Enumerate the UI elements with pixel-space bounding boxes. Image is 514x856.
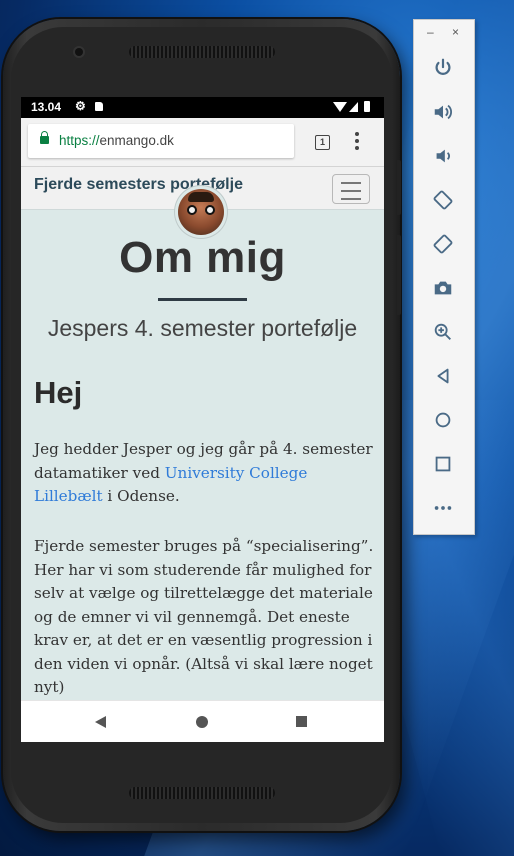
home-icon[interactable]	[196, 716, 208, 728]
camera-icon[interactable]	[429, 274, 457, 302]
web-page: Fjerde semesters portefølje Om mig Jespe…	[21, 167, 384, 700]
page-subtitle: Jespers 4. semester portefølje	[47, 315, 358, 341]
tab-switcher-button[interactable]: 1	[315, 135, 330, 150]
emulator-control-panel: – ×	[413, 19, 475, 535]
hamburger-menu-icon[interactable]	[332, 174, 370, 204]
rotate-left-icon[interactable]	[429, 186, 457, 214]
volume-down-icon[interactable]	[429, 142, 457, 170]
url-text[interactable]: https://enmango.dk	[59, 133, 174, 148]
status-bar: 13.04 ⚙	[21, 97, 384, 118]
close-button[interactable]: ×	[452, 25, 459, 39]
address-bar[interactable]: https://enmango.dk	[28, 124, 294, 158]
phone-power-button[interactable]	[397, 160, 401, 215]
title-underline	[158, 298, 247, 301]
earpiece-speaker	[129, 46, 275, 58]
back-icon[interactable]	[95, 716, 106, 728]
signal-icon	[349, 102, 358, 112]
zoom-icon[interactable]	[429, 318, 457, 346]
wifi-icon	[333, 102, 347, 112]
battery-icon	[364, 101, 370, 112]
overview-square-icon[interactable]	[429, 450, 457, 478]
intro-paragraph: Jeg hedder Jesper og jeg går på 4. semes…	[34, 440, 373, 505]
minimize-button[interactable]: –	[427, 25, 434, 39]
rotate-right-icon[interactable]	[429, 230, 457, 258]
power-icon[interactable]	[429, 54, 457, 82]
lock-icon	[40, 131, 49, 144]
android-nav-bar	[21, 700, 384, 742]
avatar	[178, 189, 224, 235]
recents-icon[interactable]	[296, 716, 307, 727]
more-icon[interactable]	[429, 494, 457, 522]
browser-menu-icon[interactable]	[354, 132, 360, 152]
status-time: 13.04	[31, 100, 62, 114]
phone-screen: 13.04 ⚙ https://enmango.dk 1 Fjerde seme…	[21, 97, 384, 742]
section-heading: Hej	[34, 375, 83, 410]
gear-icon: ⚙	[75, 99, 86, 113]
volume-up-icon[interactable]	[429, 98, 457, 126]
home-circle-icon[interactable]	[429, 406, 457, 434]
back-triangle-icon[interactable]	[429, 362, 457, 390]
semester-paragraph: Fjerde semester bruges på “specialiserin…	[34, 537, 374, 696]
phone-volume-button[interactable]	[397, 235, 401, 315]
browser-toolbar: https://enmango.dk 1	[21, 118, 384, 167]
sd-card-icon	[95, 102, 103, 111]
front-camera	[75, 48, 83, 56]
page-title: Om mig	[119, 233, 286, 282]
bottom-speaker	[129, 787, 275, 799]
